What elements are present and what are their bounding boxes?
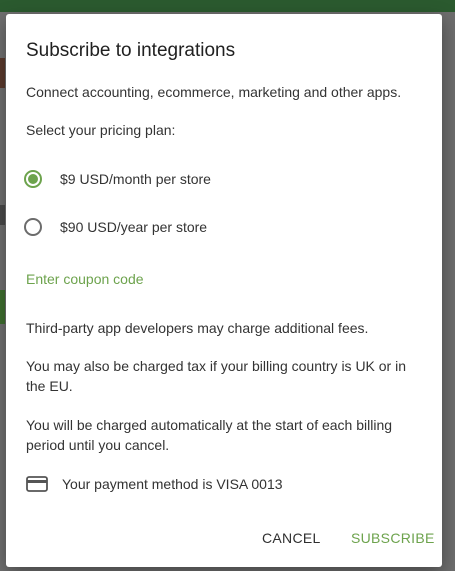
radio-dot <box>28 174 38 184</box>
radio-button-checked[interactable] <box>24 170 42 188</box>
payment-method-row: Your payment method is VISA 0013 <box>26 476 283 492</box>
tax-note: You may also be charged tax if your bill… <box>26 358 407 394</box>
dialog-title: Subscribe to integrations <box>26 40 236 61</box>
subscribe-dialog: Subscribe to integrations Connect accoun… <box>6 14 442 567</box>
plan-option-yearly[interactable]: $90 USD/year per store <box>24 214 207 240</box>
background-element <box>0 58 5 88</box>
plan-option-label: $9 USD/month per store <box>60 171 211 187</box>
app-top-bar <box>0 0 455 12</box>
credit-card-icon <box>26 476 48 492</box>
fees-note: Third-party app developers may charge ad… <box>26 320 369 336</box>
cancel-button[interactable]: CANCEL <box>262 530 321 546</box>
plan-option-label: $90 USD/year per store <box>60 219 208 235</box>
payment-method-text: Your payment method is VISA 0013 <box>62 476 283 492</box>
subscribe-button[interactable]: SUBSCRIBE <box>351 530 435 546</box>
plan-option-monthly[interactable]: $9 USD/month per store <box>24 166 211 192</box>
background-element <box>0 290 5 324</box>
enter-coupon-link[interactable]: Enter coupon code <box>26 271 144 287</box>
billing-note: You will be charged automatically at the… <box>26 417 393 453</box>
pricing-plan-label: Select your pricing plan: <box>26 122 176 138</box>
background-element <box>0 205 5 225</box>
radio-button-unchecked[interactable] <box>24 218 42 236</box>
dialog-subtitle: Connect accounting, ecommerce, marketing… <box>26 84 402 100</box>
